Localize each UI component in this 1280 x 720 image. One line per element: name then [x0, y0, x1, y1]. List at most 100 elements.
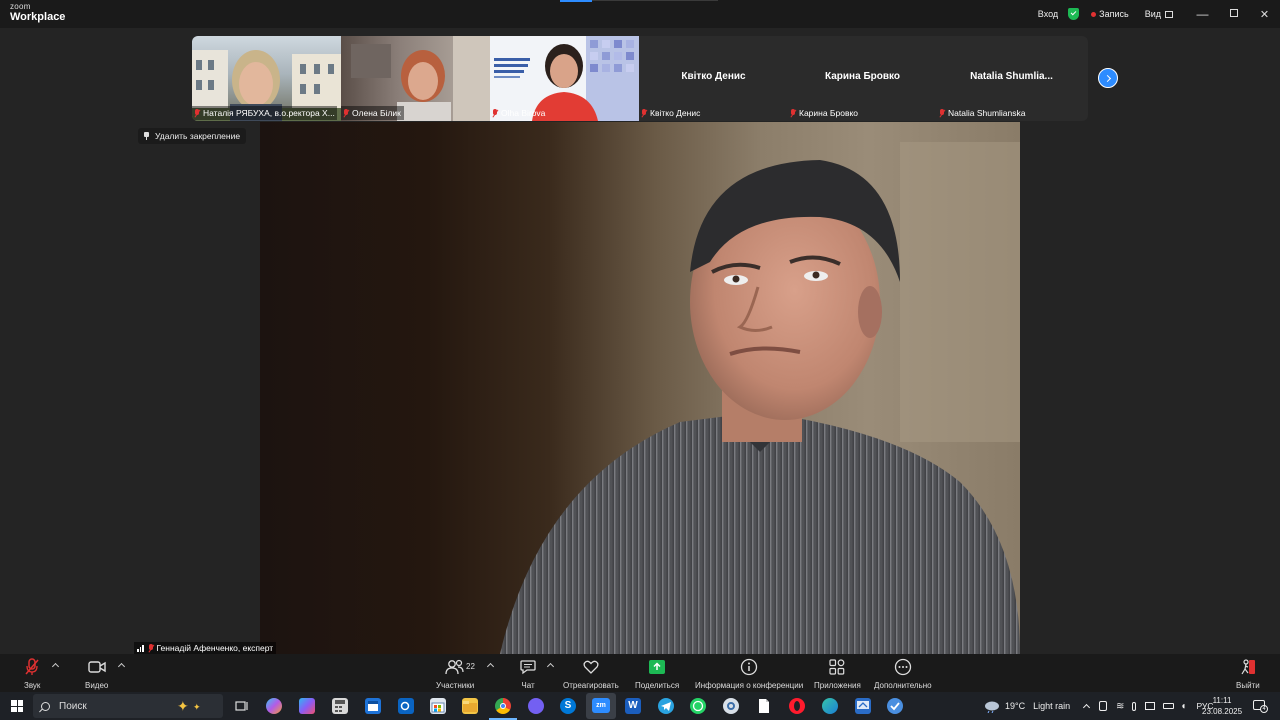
clock-date: 23.08.2025 — [1202, 707, 1243, 716]
people-icon — [444, 658, 466, 676]
skype-icon[interactable]: S — [560, 698, 576, 714]
video-button[interactable]: Видео — [85, 658, 108, 690]
mic-muted-icon — [343, 108, 349, 118]
chat-label: Чат — [521, 681, 535, 690]
telegram-icon[interactable] — [658, 698, 674, 714]
participant-tile-2[interactable]: Олена Білик — [341, 36, 490, 121]
apps-icon — [828, 658, 846, 676]
store-icon[interactable] — [430, 698, 446, 714]
mic-muted-icon — [641, 108, 647, 118]
react-button[interactable]: Отреагировать — [563, 658, 619, 690]
participant-tile-6[interactable]: Natalia Shumlia... Natalia Shumlianska — [937, 36, 1086, 121]
leave-icon — [1239, 658, 1257, 676]
calculator-icon[interactable] — [332, 698, 348, 714]
participant-name-label: Квітко Денис — [639, 106, 703, 120]
battery-icon[interactable] — [1163, 703, 1175, 709]
copilot-icon[interactable] — [266, 698, 282, 714]
audio-button[interactable]: Звук — [24, 658, 40, 690]
next-page-button[interactable] — [1098, 68, 1118, 88]
settings-app-icon[interactable] — [723, 698, 739, 714]
meeting-info-label: Информация о конференции — [695, 681, 804, 690]
view-button[interactable]: Вид — [1145, 9, 1173, 19]
meeting-info-button[interactable]: Информация о конференции — [695, 658, 803, 690]
outlook-icon[interactable] — [398, 698, 414, 714]
copilot-360-icon[interactable] — [299, 698, 315, 714]
participant-name-label: Olha Birova — [490, 106, 548, 120]
chat-options-caret[interactable] — [546, 662, 555, 671]
weather-temp: 19°C — [1005, 701, 1026, 711]
speaker-video-frame — [500, 142, 1020, 654]
participant-tile-4[interactable]: Квітко Денис Квітко Денис — [639, 36, 788, 121]
search-placeholder: Поиск — [59, 700, 87, 712]
volume-icon[interactable]: ◖ — [1180, 701, 1186, 712]
taskbar-clock[interactable]: 11:11 23.08.2025 — [1202, 695, 1242, 717]
signin-button[interactable]: Вход — [1038, 9, 1058, 19]
zoom-taskbar-app[interactable]: zm — [586, 693, 616, 719]
maximize-button[interactable] — [1218, 8, 1249, 20]
participant-display-name: Карина Бровко — [825, 71, 900, 82]
participant-strip: Наталія РЯБУХА, в.о.ректора Х... Олена Б… — [192, 36, 1088, 121]
apps-button[interactable]: Приложения — [814, 658, 861, 690]
sparkle-icon: ✦ — [177, 698, 189, 714]
whatsapp-icon[interactable] — [690, 698, 706, 714]
zoom-logo: zoom Workplace — [10, 3, 65, 23]
todo-icon[interactable] — [887, 698, 903, 714]
participant-tile-3[interactable]: Olha Birova — [490, 36, 639, 121]
mic-muted-icon — [24, 658, 40, 676]
participant-tile-1[interactable]: Наталія РЯБУХА, в.о.ректора Х... — [192, 36, 341, 121]
microphone-icon[interactable] — [1132, 701, 1137, 711]
file-explorer-icon[interactable] — [462, 698, 478, 714]
heart-icon — [582, 658, 600, 676]
participant-name: Квітко Денис — [650, 108, 701, 118]
participants-label: Участники — [436, 681, 475, 690]
calendar-icon[interactable] — [365, 698, 381, 714]
system-tray: ≋ ◖ РУС — [1082, 692, 1213, 720]
share-button[interactable]: Поделиться — [635, 658, 679, 690]
taskbar-search-box[interactable]: Поиск ✦ ✦ — [33, 694, 223, 718]
leave-button[interactable]: Выйти — [1236, 658, 1260, 690]
mic-muted-icon — [492, 108, 498, 118]
more-button[interactable]: Дополнительно — [874, 658, 932, 690]
display-icon[interactable] — [1145, 702, 1156, 710]
pin-icon — [144, 132, 149, 140]
notepad-icon[interactable] — [756, 698, 772, 714]
participants-options-caret[interactable] — [486, 662, 495, 671]
audio-options-caret[interactable] — [51, 662, 60, 671]
word-icon[interactable]: W — [625, 698, 641, 714]
grid-icon — [1165, 10, 1173, 18]
participant-name: Natalia Shumlianska — [948, 108, 1026, 118]
participant-name-label: Наталія РЯБУХА, в.о.ректора Х... — [192, 106, 337, 120]
viber-icon[interactable] — [528, 698, 544, 714]
windows-taskbar: Поиск ✦ ✦ S zm W 19°C Light rain ≋ ◖ РУС… — [0, 692, 1280, 720]
network-off-icon[interactable]: ≋ — [1116, 701, 1124, 712]
unpin-label: Удалить закрепление — [155, 131, 241, 141]
edge-icon[interactable] — [822, 698, 838, 714]
task-view-icon[interactable] — [233, 698, 249, 714]
share-screen-icon — [648, 658, 666, 676]
opera-icon[interactable] — [789, 698, 805, 714]
participant-name-label: Natalia Shumlianska — [937, 106, 1028, 120]
participant-tile-5[interactable]: Карина Бровко Карина Бровко — [788, 36, 937, 121]
more-label: Дополнительно — [874, 681, 932, 690]
participant-display-name: Natalia Shumlia... — [970, 71, 1053, 82]
audio-label: Звук — [24, 681, 41, 690]
react-label: Отреагировать — [563, 681, 619, 690]
unpin-button[interactable]: Удалить закрепление — [138, 128, 247, 144]
active-speaker-label: Геннадій Афенченко, експерт — [134, 642, 277, 654]
recording-indicator[interactable]: Запись — [1099, 9, 1129, 19]
chrome-icon[interactable] — [489, 698, 517, 720]
weather-widget[interactable]: 19°C Light rain — [983, 692, 1070, 720]
encryption-shield-icon[interactable] — [1068, 8, 1080, 20]
remote-desktop-icon[interactable] — [855, 698, 871, 714]
minimize-button[interactable]: — — [1187, 7, 1218, 21]
notification-count: 4 — [1260, 705, 1268, 713]
mic-muted-icon — [148, 643, 154, 653]
windows-start-icon[interactable] — [11, 700, 23, 712]
video-options-caret[interactable] — [117, 662, 126, 671]
more-dots-icon — [894, 658, 912, 676]
usb-icon[interactable] — [1099, 701, 1107, 711]
chat-button[interactable]: Чат — [519, 658, 537, 690]
tray-overflow-icon[interactable] — [1082, 703, 1091, 712]
title-accent-bar — [560, 0, 592, 2]
close-button[interactable]: ✕ — [1249, 8, 1280, 21]
